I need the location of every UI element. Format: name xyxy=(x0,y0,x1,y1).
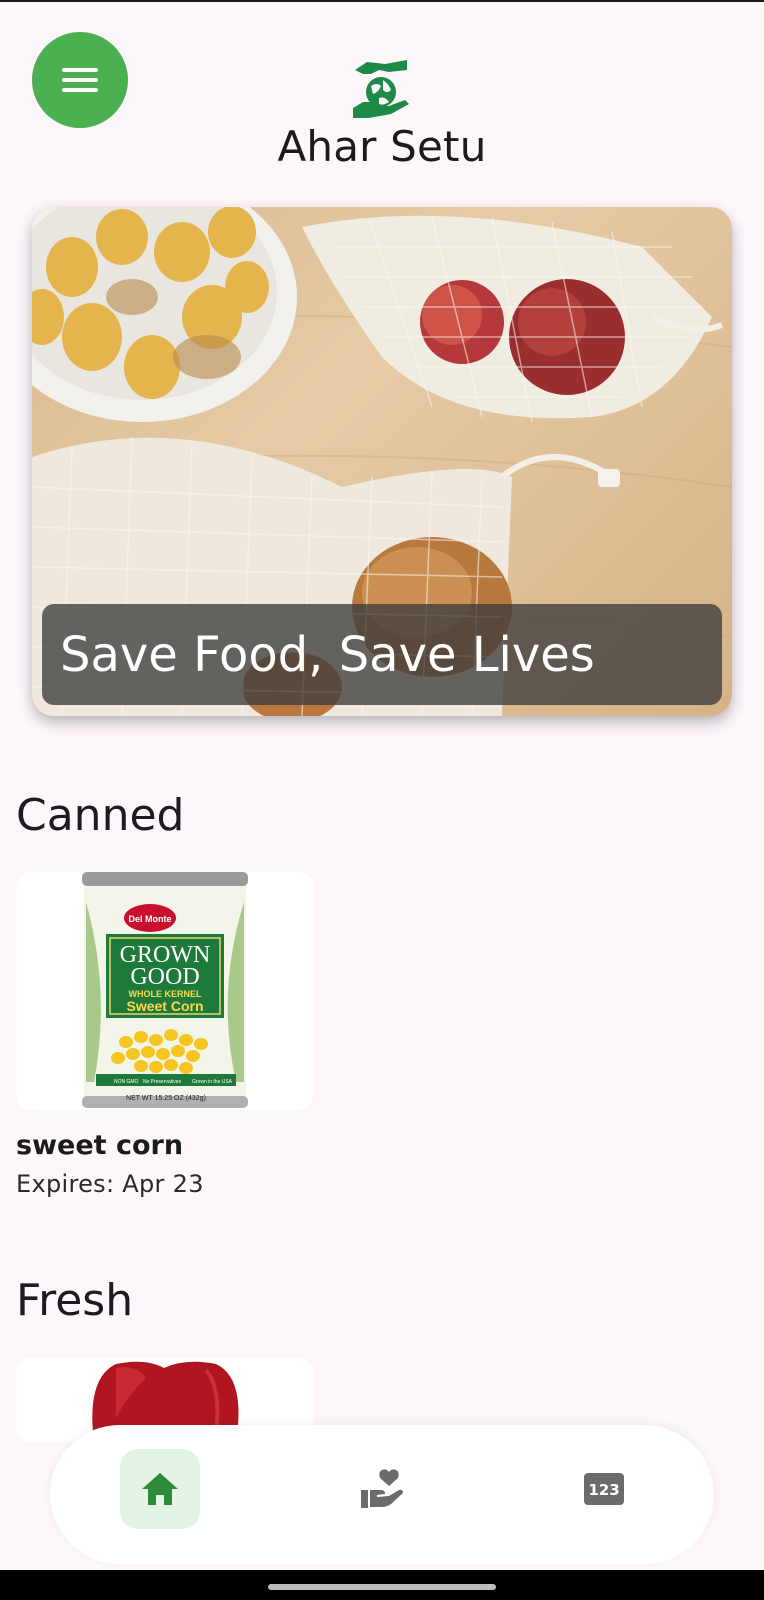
svg-text:Sweet Corn: Sweet Corn xyxy=(126,998,203,1014)
product-expiry: Expires: Apr 23 xyxy=(16,1170,204,1198)
section-title-fresh: Fresh xyxy=(16,1275,134,1326)
hamburger-icon xyxy=(62,68,98,92)
menu-button[interactable] xyxy=(32,32,128,128)
svg-text:Grown in the USA: Grown in the USA xyxy=(192,1079,233,1085)
home-icon xyxy=(142,1473,178,1505)
hero-banner[interactable]: Save Food, Save Lives xyxy=(32,207,732,716)
numbers-123-icon: 123 xyxy=(584,1473,624,1505)
product-name: sweet corn xyxy=(16,1130,184,1161)
svg-text:NET WT 15.25 OZ (432g): NET WT 15.25 OZ (432g) xyxy=(126,1095,206,1102)
hero-caption: Save Food, Save Lives xyxy=(60,626,595,683)
section-title-canned: Canned xyxy=(16,790,185,841)
nav-home-button[interactable] xyxy=(120,1449,200,1529)
bottom-navigation: 123 xyxy=(50,1425,714,1564)
svg-text:GOOD: GOOD xyxy=(130,964,199,990)
svg-text:NON GMO: NON GMO xyxy=(114,1079,139,1085)
svg-text:123: 123 xyxy=(588,1481,619,1499)
hand-globe-logo-icon xyxy=(353,60,409,118)
nav-donate-button[interactable] xyxy=(342,1449,422,1529)
donate-hand-heart-icon xyxy=(361,1469,403,1508)
product-card-sweet-corn[interactable]: Del Monte GROWN GOOD WHOLE KERNEL Sweet … xyxy=(16,872,314,1110)
status-line xyxy=(0,0,764,2)
svg-text:Del Monte: Del Monte xyxy=(128,914,171,924)
svg-text:No Preservatives: No Preservatives xyxy=(143,1079,182,1085)
app-title: Ahar Setu xyxy=(277,122,487,171)
sweet-corn-can-image: Del Monte GROWN GOOD WHOLE KERNEL Sweet … xyxy=(82,872,248,1108)
nav-stats-button[interactable]: 123 xyxy=(564,1449,644,1529)
gesture-home-indicator[interactable] xyxy=(268,1584,496,1590)
hero-caption-box: Save Food, Save Lives xyxy=(42,604,722,705)
